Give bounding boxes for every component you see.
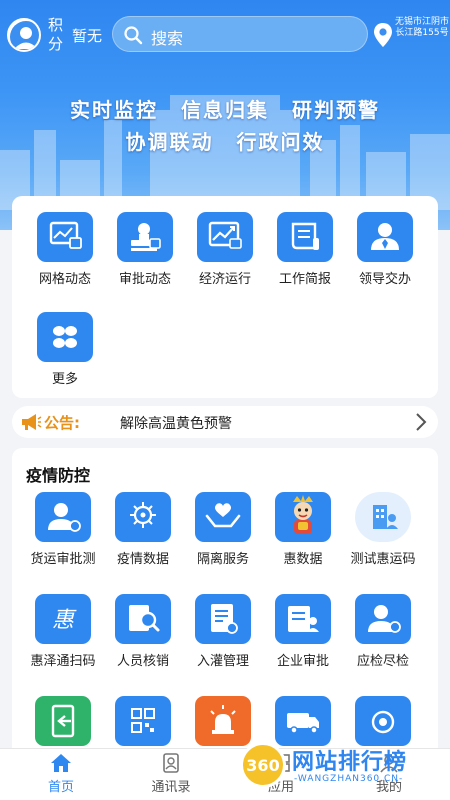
avatar[interactable] — [7, 18, 41, 52]
svg-text:惠: 惠 — [52, 608, 77, 633]
grid-monitor-icon — [37, 212, 93, 262]
slogan-line-2: 协调联动 行政问效 — [125, 130, 325, 154]
epidemic-item-test-hui-code[interactable]: 测试惠运码 — [343, 492, 423, 567]
chevron-right-icon[interactable] — [414, 411, 428, 433]
watermark-subtitle: -WANGZHAN360.CN- — [294, 774, 404, 784]
tab-contacts[interactable]: 通讯录 — [126, 753, 216, 795]
epidemic-item-label: 隔离服务 — [196, 552, 249, 567]
epidemic-item-isolation-service[interactable]: 隔离服务 — [183, 492, 263, 567]
notice-bar[interactable]: 公告: 解除高温黄色预警 — [12, 406, 438, 438]
top-bar: 积分 暂无 搜索 无锡市江阴市长江路155号 — [0, 10, 450, 60]
hands-heart-icon — [195, 492, 251, 542]
points-label: 积分 — [48, 16, 64, 53]
menu-item-economy[interactable]: 经济运行 — [185, 212, 265, 287]
search-placeholder: 搜索 — [151, 29, 184, 48]
scroll-report-icon — [277, 212, 333, 262]
notice-label: 公告: — [44, 414, 80, 432]
leader-person-icon — [357, 212, 413, 262]
menu-item-label: 工作简报 — [278, 272, 331, 287]
epidemic-item-label: 人员核销 — [116, 654, 169, 669]
menu-item-label: 审批动态 — [118, 272, 171, 287]
epidemic-item-personnel-writeoff[interactable]: 人员核销 — [103, 594, 183, 669]
epidemic-item-huize-scan[interactable]: 惠 惠泽通扫码 — [23, 594, 103, 669]
epidemic-item-label: 惠数据 — [283, 552, 323, 567]
epidemic-item-label: 入灌管理 — [196, 654, 249, 669]
person-badge-icon — [35, 492, 91, 542]
epidemic-control-card: 疫情防控 货运审批测 疫情数据 隔离服务 惠数据 测试惠运码 惠 惠泽通扫码 人… — [12, 448, 438, 768]
menu-item-approval-dynamics[interactable]: 审批动态 — [105, 212, 185, 287]
epidemic-item-entry-management[interactable]: 入灌管理 — [183, 594, 263, 669]
person-check-icon — [355, 594, 411, 644]
mascot-icon — [275, 492, 331, 542]
epidemic-item-label: 测试惠运码 — [350, 552, 416, 567]
hui-character-icon: 惠 — [35, 594, 91, 644]
epidemic-item-label: 货运审批测 — [30, 552, 96, 567]
location-text[interactable]: 无锡市江阴市长江路155号 — [394, 17, 450, 39]
menu-item-work-report[interactable]: 工作简报 — [265, 212, 345, 287]
epidemic-item-label: 企业审批 — [276, 654, 329, 669]
user-avatar-icon — [10, 21, 39, 50]
section-title: 疫情防控 — [26, 466, 91, 485]
tab-label: 首页 — [47, 780, 74, 795]
menu-item-more[interactable]: 更多 — [25, 312, 105, 387]
building-person-icon — [355, 492, 411, 542]
id-card-icon — [275, 594, 331, 644]
exit-door-icon — [35, 696, 91, 746]
menu-item-label: 经济运行 — [198, 272, 251, 287]
epidemic-item-epidemic-data[interactable]: 疫情数据 — [103, 492, 183, 567]
epidemic-item-label: 惠泽通扫码 — [30, 654, 96, 669]
trend-chart-icon — [197, 212, 253, 262]
menu-item-label: 更多 — [51, 372, 78, 387]
epidemic-item-enterprise-approval[interactable]: 企业审批 — [263, 594, 343, 669]
quick-menu-card: 网格动态 审批动态 经济运行 工作简报 领导交办 更多 — [12, 196, 438, 398]
menu-item-grid-dynamics[interactable]: 网格动态 — [25, 212, 105, 287]
epidemic-item-qr[interactable] — [103, 696, 183, 746]
epidemic-item-full-testing[interactable]: 应检尽检 — [343, 594, 423, 669]
watermark-logo: 360 — [240, 742, 286, 788]
search-frame-icon — [115, 594, 171, 644]
megaphone-icon — [22, 414, 42, 430]
qr-code-icon — [115, 696, 171, 746]
slogan-line-1: 实时监控 信息归集 研判预警 — [70, 98, 380, 122]
points-value: 暂无 — [72, 27, 103, 45]
contacts-icon — [163, 753, 179, 773]
home-icon — [51, 754, 71, 772]
watermark-title: 网站排行榜 — [292, 750, 408, 775]
menu-item-leader-assign[interactable]: 领导交办 — [345, 212, 425, 287]
epidemic-item-hui-data[interactable]: 惠数据 — [263, 492, 343, 567]
watermark-logo-text: 360 — [246, 756, 280, 775]
search-input[interactable]: 搜索 — [112, 16, 368, 52]
menu-item-label: 网格动态 — [38, 272, 91, 287]
search-icon — [124, 26, 143, 45]
site-watermark: 360 网站排行榜 -WANGZHAN360.CN- — [236, 738, 450, 800]
approval-stamp-icon — [117, 212, 173, 262]
tab-label: 通讯录 — [151, 780, 191, 795]
more-grid-icon — [37, 312, 93, 362]
epidemic-item-exit[interactable] — [23, 696, 103, 746]
notice-text[interactable]: 解除高温黄色预警 — [120, 413, 232, 433]
epidemic-item-label: 应检尽检 — [356, 654, 409, 669]
location-pin-icon[interactable] — [372, 22, 394, 48]
epidemic-item-label: 疫情数据 — [116, 552, 169, 567]
tab-home[interactable]: 首页 — [16, 753, 106, 795]
virus-icon — [115, 492, 171, 542]
document-icon — [195, 594, 251, 644]
epidemic-item-freight-approval[interactable]: 货运审批测 — [23, 492, 103, 567]
menu-item-label: 领导交办 — [358, 272, 411, 287]
